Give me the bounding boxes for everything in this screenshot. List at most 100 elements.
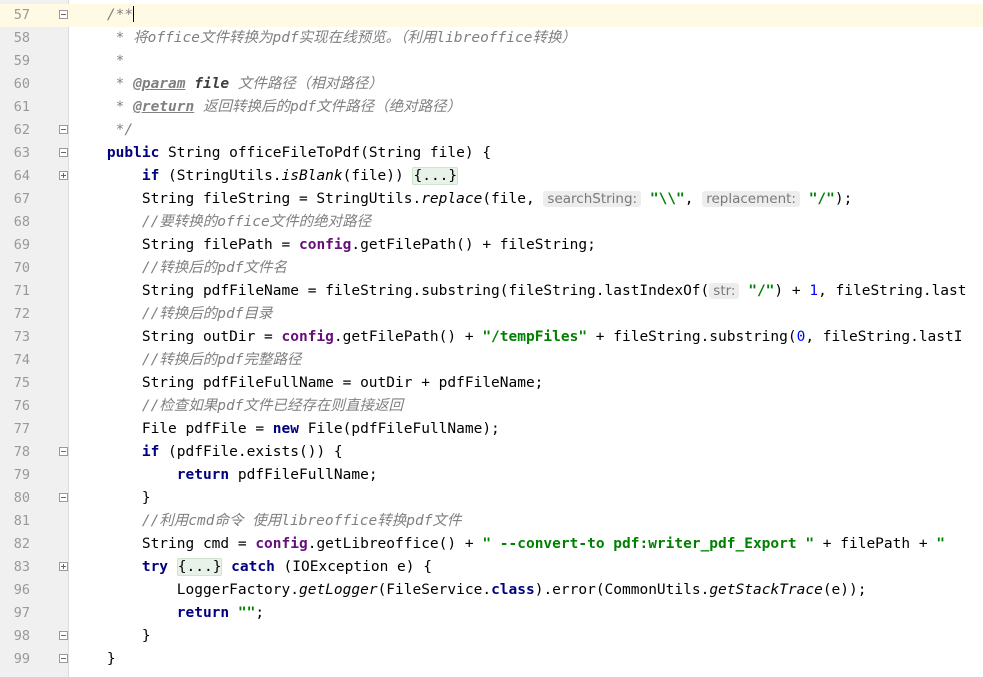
code-token: * (72, 99, 134, 115)
code-text: if (pdfFile.exists()) { (72, 441, 343, 464)
code-token: //转换后的pdf文件名 (72, 260, 287, 276)
folded-region[interactable]: {...} (176, 558, 223, 576)
line-number: 78 (13, 444, 30, 460)
code-text: //转换后的pdf文件名 (72, 257, 287, 280)
code-token: + fileString.substring( (587, 329, 797, 345)
code-token: replace (421, 191, 483, 207)
code-token: " (936, 536, 946, 552)
code-line[interactable]: 72 //转换后的pdf目录 (0, 303, 983, 326)
fold-collapse-icon[interactable] (59, 654, 68, 663)
code-token: class (491, 582, 535, 598)
fold-collapse-icon[interactable] (59, 493, 68, 502)
code-line[interactable]: 62 */ (0, 119, 983, 142)
code-line[interactable]: 74 //转换后的pdf完整路径 (0, 349, 983, 372)
code-line[interactable]: 75 String pdfFileFullName = outDir + pdf… (0, 372, 983, 395)
fold-collapse-icon[interactable] (59, 447, 68, 456)
parameter-hint: replacement: (702, 191, 800, 207)
code-token: ).error(CommonUtils. (534, 582, 710, 598)
code-token: "/tempFiles" (482, 329, 588, 345)
code-line[interactable]: 80 } (0, 487, 983, 510)
code-token: try (141, 559, 169, 575)
code-token: getLogger (298, 582, 378, 598)
code-text: //检查如果pdf文件已经存在则直接返回 (72, 395, 403, 418)
fold-expand-icon[interactable] (59, 562, 68, 571)
code-line[interactable]: 59 * (0, 50, 983, 73)
fold-collapse-icon[interactable] (59, 148, 68, 157)
line-number: 59 (13, 53, 30, 69)
line-number: 76 (13, 398, 30, 414)
code-token: isBlank (281, 168, 343, 184)
code-line[interactable]: 78 if (pdfFile.exists()) { (0, 441, 983, 464)
code-token: ; (255, 605, 265, 621)
code-line[interactable]: 83 try {...} catch (IOException e) { (0, 556, 983, 579)
code-line[interactable]: 97 return ""; (0, 602, 983, 625)
code-token: .getFilePath() + (333, 329, 483, 345)
code-token: "/" (748, 283, 775, 299)
code-line[interactable]: 58 * 将office文件转换为pdf实现在线预览。（利用libreoffic… (0, 27, 983, 50)
code-line[interactable]: 81 //利用cmd命令 使用libreoffice转换pdf文件 (0, 510, 983, 533)
code-line[interactable]: 73 String outDir = config.getFilePath() … (0, 326, 983, 349)
line-number: 75 (13, 375, 30, 391)
code-line[interactable]: 67 String fileString = StringUtils.repla… (0, 188, 983, 211)
code-line[interactable]: 98 } (0, 625, 983, 648)
code-line[interactable]: 60 * @param file 文件路径（相对路径） (0, 73, 983, 96)
code-line[interactable]: 61 * @return 返回转换后的pdf文件路径（绝对路径） (0, 96, 983, 119)
code-text: //要转换的office文件的绝对路径 (72, 211, 371, 234)
code-token: (StringUtils. (159, 168, 282, 184)
code-token: } (72, 628, 151, 644)
code-line[interactable]: 96 LoggerFactory.getLogger(FileService.c… (0, 579, 983, 602)
line-number: 61 (13, 99, 30, 115)
code-line[interactable]: 82 String cmd = config.getLibreoffice() … (0, 533, 983, 556)
fold-collapse-icon[interactable] (59, 10, 68, 19)
code-line[interactable]: 68 //要转换的office文件的绝对路径 (0, 211, 983, 234)
code-token: .getLibreoffice() + (307, 536, 483, 552)
code-text: //转换后的pdf目录 (72, 303, 273, 326)
code-text: //转换后的pdf完整路径 (72, 349, 302, 372)
code-text: * @return 返回转换后的pdf文件路径（绝对路径） (72, 96, 462, 119)
line-number: 71 (13, 283, 30, 299)
code-token: } (72, 490, 151, 506)
code-line[interactable]: 69 String filePath = config.getFilePath(… (0, 234, 983, 257)
code-text: if (StringUtils.isBlank(file)) {...} (72, 165, 459, 188)
code-token: return (176, 467, 230, 483)
code-line[interactable]: 57 /** (0, 4, 983, 27)
code-line[interactable]: 99 } (0, 648, 983, 671)
fold-collapse-icon[interactable] (59, 631, 68, 640)
code-text: return ""; (72, 602, 264, 625)
code-text: String pdfFileName = fileString.substrin… (72, 280, 966, 303)
code-token: , (684, 191, 703, 207)
code-token: (file, (482, 191, 544, 207)
parameter-hint: str: (709, 283, 740, 299)
line-number: 70 (13, 260, 30, 276)
code-line[interactable]: 71 String pdfFileName = fileString.subst… (0, 280, 983, 303)
code-token: pdfFileFullName; (229, 467, 378, 483)
code-line[interactable]: 76 //检查如果pdf文件已经存在则直接返回 (0, 395, 983, 418)
folded-region[interactable]: {...} (412, 167, 459, 185)
code-token: (pdfFile.exists()) { (159, 444, 343, 460)
line-number: 80 (13, 490, 30, 506)
code-line[interactable]: 63 public String officeFileToPdf(String … (0, 142, 983, 165)
code-text: */ (72, 119, 133, 142)
code-token: //转换后的pdf目录 (72, 306, 273, 322)
line-number: 96 (13, 582, 30, 598)
fold-expand-icon[interactable] (59, 171, 68, 180)
code-token: if (141, 444, 160, 460)
code-line[interactable]: 77 File pdfFile = new File(pdfFileFullNa… (0, 418, 983, 441)
fold-collapse-icon[interactable] (59, 125, 68, 134)
code-line[interactable]: 70 //转换后的pdf文件名 (0, 257, 983, 280)
code-token: ) + (774, 283, 810, 299)
code-token: (e)); (822, 582, 867, 598)
code-line[interactable]: 64 if (StringUtils.isBlank(file)) {...} (0, 165, 983, 188)
code-token: (IOException e) { (274, 559, 432, 575)
line-number: 74 (13, 352, 30, 368)
code-editor[interactable]: 57 /** 58 * 将office文件转换为pdf实现在线预览。（利用libr… (0, 0, 983, 677)
code-line[interactable]: 79 return pdfFileFullName; (0, 464, 983, 487)
